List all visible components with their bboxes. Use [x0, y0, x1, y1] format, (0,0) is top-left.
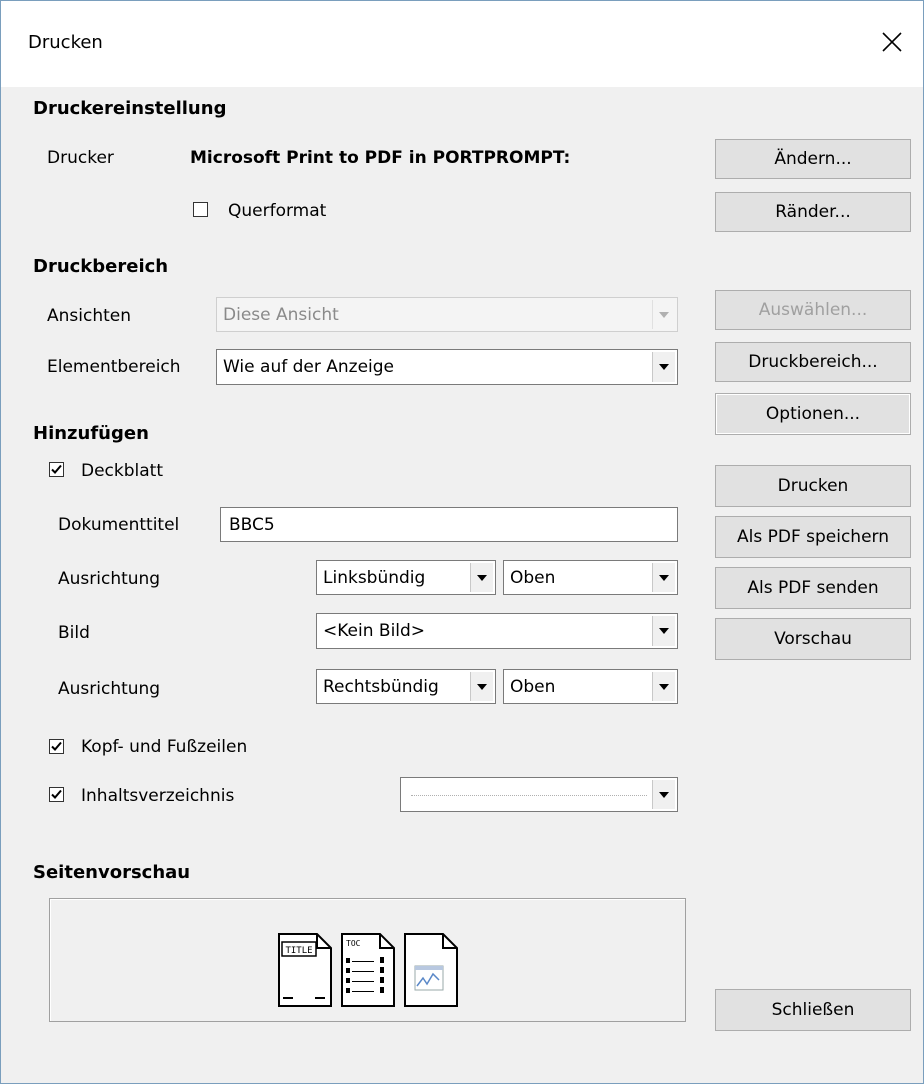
element-range-select[interactable]: Wie auf der Anzeige [216, 349, 678, 385]
toc-icon-text: TOC [346, 939, 361, 948]
alignment-vertical-value-1: Oben [510, 567, 556, 588]
alignment-horizontal-select-1[interactable]: Linksbündig [316, 560, 496, 595]
landscape-label: Querformat [228, 201, 327, 221]
alignment-vertical-select-2[interactable]: Oben [503, 669, 678, 704]
chevron-down-icon[interactable] [470, 563, 493, 592]
image-select[interactable]: <Kein Bild> [316, 613, 678, 649]
views-value: Diese Ansicht [223, 304, 339, 325]
printer-settings-heading: Druckereinstellung [33, 98, 227, 119]
views-label: Ansichten [47, 306, 132, 326]
element-range-value: Wie auf der Anzeige [223, 357, 395, 377]
save-pdf-button[interactable]: Als PDF speichern [715, 516, 911, 558]
print-button[interactable]: Drucken [715, 465, 911, 507]
send-pdf-button[interactable]: Als PDF senden [715, 567, 911, 609]
chart-page-icon [403, 932, 459, 1013]
image-label: Bild [58, 623, 90, 643]
alignment-vertical-value-2: Oben [510, 676, 556, 697]
alignment-vertical-select-1[interactable]: Oben [503, 560, 678, 595]
options-button[interactable]: Optionen... [715, 393, 911, 435]
landscape-checkbox[interactable] [193, 202, 208, 217]
doc-title-value: BBC5 [229, 514, 275, 535]
toc-page-icon: TOC [340, 932, 396, 1013]
title-icon-text: TITLE [285, 946, 312, 956]
preview-button[interactable]: Vorschau [715, 618, 911, 660]
alignment-label-2: Ausrichtung [58, 679, 161, 699]
chevron-down-icon[interactable] [652, 672, 675, 701]
cover-label: Deckblatt [81, 461, 164, 481]
alignment-label-1: Ausrichtung [58, 569, 161, 589]
chevron-down-icon[interactable] [652, 352, 675, 382]
header-footer-label: Kopf- und Fußzeilen [81, 737, 248, 757]
printer-label: Drucker [47, 148, 114, 168]
chevron-down-icon[interactable] [652, 780, 675, 809]
toc-label: Inhaltsverzeichnis [81, 786, 235, 806]
toc-checkbox[interactable] [49, 787, 64, 802]
views-select: Diese Ansicht [216, 297, 678, 332]
printer-name: Microsoft Print to PDF in PORTPROMPT: [190, 148, 571, 168]
title-page-icon: TITLE [277, 932, 333, 1013]
margins-button[interactable]: Ränder... [715, 192, 911, 232]
page-preview-heading: Seitenvorschau [33, 862, 191, 883]
doc-title-label: Dokumenttitel [58, 515, 180, 535]
close-button[interactable]: Schließen [715, 989, 911, 1031]
add-heading: Hinzufügen [33, 423, 149, 444]
chevron-down-icon[interactable] [652, 563, 675, 592]
dialog-title: Drucken [28, 32, 103, 53]
alignment-horizontal-value-2: Rechtsbündig [323, 676, 439, 697]
close-icon[interactable] [872, 22, 912, 62]
print-range-heading: Druckbereich [33, 256, 169, 277]
toc-select[interactable] [400, 777, 678, 812]
alignment-horizontal-value-1: Linksbündig [323, 567, 426, 588]
alignment-horizontal-select-2[interactable]: Rechtsbündig [316, 669, 496, 704]
print-range-button[interactable]: Druckbereich... [715, 342, 911, 382]
title-bar [1, 1, 923, 87]
chevron-down-icon[interactable] [470, 672, 493, 701]
doc-title-input[interactable]: BBC5 [220, 507, 678, 542]
change-button[interactable]: Ändern... [715, 139, 911, 179]
toc-empty-value [411, 794, 647, 796]
cover-checkbox[interactable] [49, 462, 64, 477]
element-range-label: Elementbereich [47, 357, 181, 377]
select-button: Auswählen... [715, 290, 911, 330]
header-footer-checkbox[interactable] [49, 739, 64, 754]
image-value: <Kein Bild> [323, 621, 426, 641]
chevron-down-icon[interactable] [652, 616, 675, 646]
chevron-down-icon [652, 300, 675, 329]
